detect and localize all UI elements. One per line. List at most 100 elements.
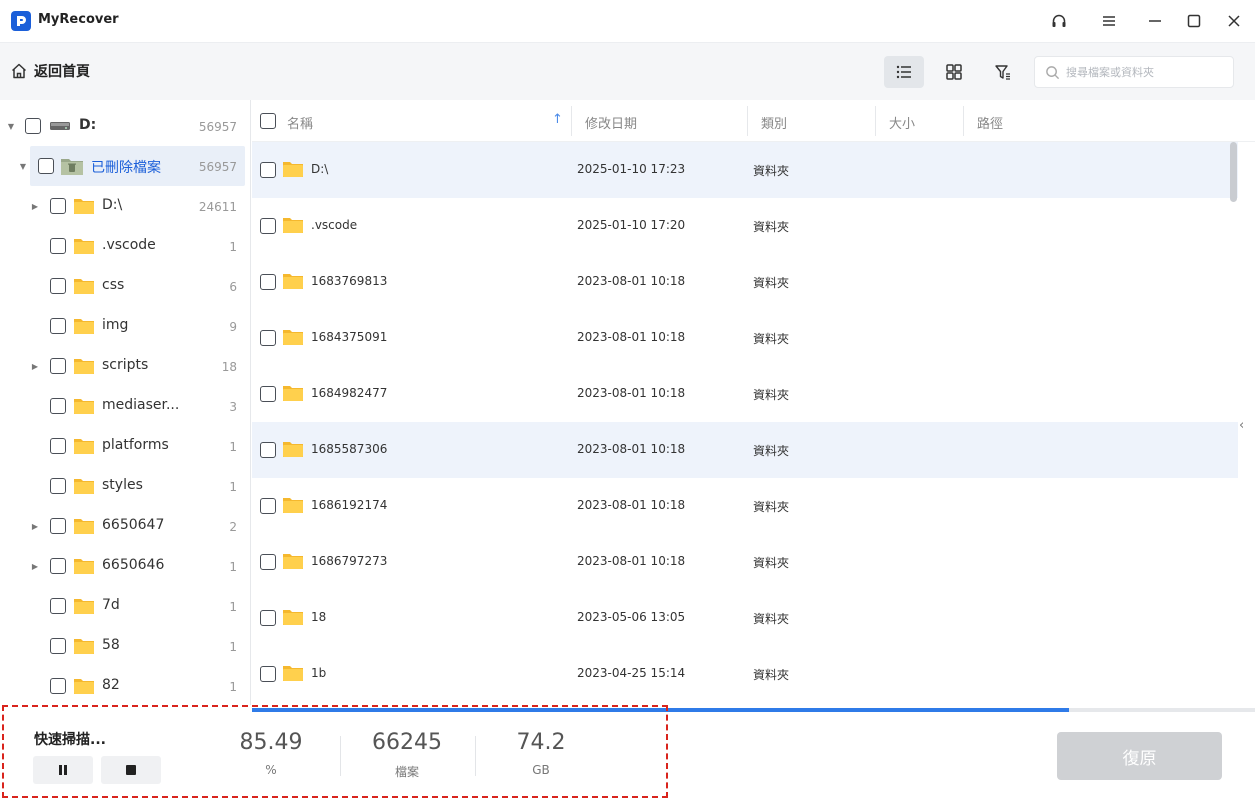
menu-icon[interactable]: [1097, 9, 1121, 33]
minimize-icon[interactable]: [1143, 9, 1167, 33]
file-type: 資料夾: [753, 276, 790, 290]
table-row[interactable]: 1686797273 2023-08-01 10:18 資料夾: [252, 534, 1238, 590]
expand-triangle-icon[interactable]: ▶: [31, 362, 39, 371]
column-path-header[interactable]: 路徑: [977, 113, 1003, 132]
list-scrollbar[interactable]: [1230, 142, 1237, 202]
table-row[interactable]: 1685587306 2023-08-01 10:18 資料夾: [252, 422, 1238, 478]
tree-item[interactable]: css 6: [0, 266, 250, 306]
file-name: 1683769813: [311, 274, 388, 288]
file-type: 資料夾: [753, 388, 790, 402]
tree-item[interactable]: 58 1: [0, 626, 250, 666]
support-headset-icon[interactable]: [1047, 9, 1071, 33]
file-name: .vscode: [311, 218, 358, 232]
stat-percent: 85.49 %: [239, 730, 303, 777]
tree-item[interactable]: styles 1: [0, 466, 250, 506]
tree-checkbox[interactable]: [25, 118, 41, 134]
tree-deleted-files[interactable]: ▼ 已刪除檔案 56957: [0, 146, 250, 186]
folder-icon: [74, 319, 94, 334]
filter-button[interactable]: [983, 56, 1023, 88]
tree-checkbox[interactable]: [50, 478, 66, 494]
tree-checkbox[interactable]: [50, 638, 66, 654]
search-input[interactable]: [1066, 65, 1226, 79]
table-row[interactable]: 18 2023-05-06 13:05 資料夾: [252, 590, 1238, 646]
folder-icon: [74, 239, 94, 254]
tree-item[interactable]: platforms 1: [0, 426, 250, 466]
table-row[interactable]: D:\ 2025-01-10 17:23 資料夾: [252, 142, 1238, 198]
folder-icon: [74, 359, 94, 374]
tree-item-label: scripts: [102, 357, 149, 373]
close-icon[interactable]: [1222, 9, 1246, 33]
tree-checkbox[interactable]: [50, 558, 66, 574]
table-row[interactable]: .vscode 2025-01-10 17:20 資料夾: [252, 198, 1238, 254]
file-date: 2023-08-01 10:18: [577, 498, 686, 512]
tree-item[interactable]: mediaser... 3: [0, 386, 250, 426]
row-checkbox[interactable]: [260, 274, 276, 290]
maximize-icon[interactable]: [1182, 9, 1206, 33]
tree-checkbox[interactable]: [50, 318, 66, 334]
tree-item[interactable]: ▶ 6650647 2: [0, 506, 250, 546]
tree-checkbox[interactable]: [50, 598, 66, 614]
expand-triangle-icon[interactable]: ▶: [31, 562, 39, 571]
stat-files: 66245 檔案: [372, 730, 442, 779]
tree-checkbox[interactable]: [50, 238, 66, 254]
column-date-header[interactable]: 修改日期: [585, 113, 637, 132]
row-checkbox[interactable]: [260, 666, 276, 682]
stop-button[interactable]: [101, 756, 161, 784]
row-checkbox[interactable]: [260, 554, 276, 570]
tree-item[interactable]: 7d 1: [0, 586, 250, 626]
select-all-checkbox[interactable]: [260, 113, 276, 129]
expand-triangle-icon[interactable]: ▶: [31, 202, 39, 211]
row-checkbox[interactable]: [260, 218, 276, 234]
tree-checkbox[interactable]: [50, 438, 66, 454]
file-date: 2025-01-10 17:23: [577, 162, 686, 176]
grid-view-icon: [946, 64, 962, 80]
tree-item[interactable]: .vscode 1: [0, 226, 250, 266]
toolbar: 返回首頁: [0, 42, 1255, 100]
folder-icon: [283, 666, 303, 681]
table-row[interactable]: 1684375091 2023-08-01 10:18 資料夾: [252, 310, 1238, 366]
column-type-header[interactable]: 類別: [761, 113, 787, 132]
tree-item-label: styles: [102, 477, 143, 493]
tree-checkbox[interactable]: [50, 398, 66, 414]
tree-item[interactable]: 82 1: [0, 666, 250, 705]
file-date: 2023-08-01 10:18: [577, 554, 686, 568]
pause-button[interactable]: [33, 756, 93, 784]
collapse-triangle-icon[interactable]: ▼: [7, 122, 15, 131]
tree-item[interactable]: ▶ scripts 18: [0, 346, 250, 386]
tree-checkbox[interactable]: [50, 198, 66, 214]
column-size-header[interactable]: 大小: [889, 113, 915, 132]
sort-ascending-icon[interactable]: ↑: [552, 112, 563, 127]
tree-checkbox[interactable]: [50, 678, 66, 694]
folder-icon: [283, 442, 303, 457]
row-checkbox[interactable]: [260, 498, 276, 514]
row-checkbox[interactable]: [260, 162, 276, 178]
panel-collapse-chevron-icon[interactable]: ‹: [1239, 418, 1244, 433]
file-type: 資料夾: [753, 444, 790, 458]
table-row[interactable]: 1686192174 2023-08-01 10:18 資料夾: [252, 478, 1238, 534]
row-checkbox[interactable]: [260, 442, 276, 458]
tree-checkbox[interactable]: [38, 158, 54, 174]
table-row[interactable]: 1b 2023-04-25 15:14 資料夾: [252, 646, 1238, 702]
table-row[interactable]: 1683769813 2023-08-01 10:18 資料夾: [252, 254, 1238, 310]
recycle-bin-folder-icon: [61, 159, 83, 175]
tree-checkbox[interactable]: [50, 358, 66, 374]
row-checkbox[interactable]: [260, 330, 276, 346]
row-checkbox[interactable]: [260, 610, 276, 626]
file-name: 1686192174: [311, 498, 388, 512]
restore-button[interactable]: 復原: [1057, 732, 1222, 780]
tree-item[interactable]: ▶ 6650646 1: [0, 546, 250, 586]
grid-view-button[interactable]: [934, 56, 974, 88]
tree-item[interactable]: img 9: [0, 306, 250, 346]
collapse-triangle-icon[interactable]: ▼: [19, 162, 27, 171]
tree-item-count: 1: [229, 240, 237, 254]
row-checkbox[interactable]: [260, 386, 276, 402]
tree-checkbox[interactable]: [50, 518, 66, 534]
expand-triangle-icon[interactable]: ▶: [31, 522, 39, 531]
back-home-button[interactable]: 返回首頁: [10, 61, 90, 81]
tree-item[interactable]: ▶ D:\ 24611: [0, 186, 250, 226]
list-view-button[interactable]: [884, 56, 924, 88]
table-row[interactable]: 1684982477 2023-08-01 10:18 資料夾: [252, 366, 1238, 422]
column-name-header[interactable]: 名稱: [287, 113, 313, 132]
tree-root-drive[interactable]: ▼ D: 56957: [0, 106, 250, 146]
tree-checkbox[interactable]: [50, 278, 66, 294]
